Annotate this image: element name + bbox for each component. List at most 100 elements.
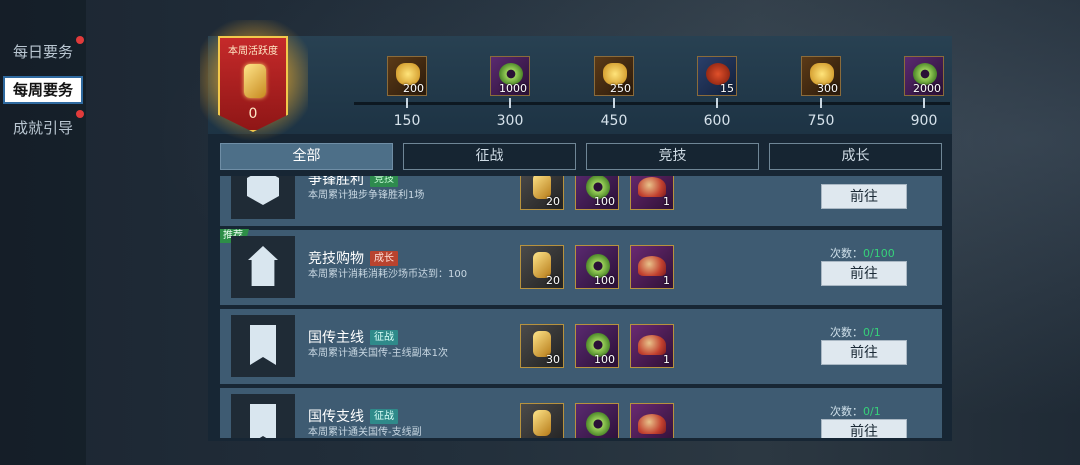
reward-jade[interactable]: 100 bbox=[575, 176, 619, 210]
milestone-reward-150[interactable]: 200 bbox=[387, 56, 427, 96]
task-desc: 本周累计通关国传-支线副 bbox=[308, 427, 422, 438]
milestone-reward-600[interactable]: 15 bbox=[697, 56, 737, 96]
food-plate-icon bbox=[638, 414, 666, 434]
progress-count: 次数：0/1 bbox=[830, 403, 881, 419]
task-name: 国传支线 征战 bbox=[308, 406, 398, 426]
reward-jade[interactable]: 100 bbox=[575, 245, 619, 289]
banner-emblem-icon bbox=[250, 404, 276, 438]
task-row: 推荐 竞技购物成长 本周累计消耗消耗沙场币达到：100 20 100 1 次数：… bbox=[220, 229, 942, 305]
tab-conquest[interactable]: 征战 bbox=[403, 143, 576, 170]
alert-dot-icon bbox=[76, 36, 84, 44]
tab-arena[interactable]: 竞技 bbox=[586, 143, 759, 170]
token-icon bbox=[244, 64, 266, 98]
milestone-threshold: 300 bbox=[496, 113, 524, 129]
milestone-reward-450[interactable]: 250 bbox=[594, 56, 634, 96]
reward-count: 1 bbox=[663, 353, 670, 366]
reward-food[interactable]: 1 bbox=[630, 324, 674, 368]
count-label: 次数： bbox=[830, 247, 863, 260]
task-name: 国传主线 征战 bbox=[308, 327, 398, 347]
reward-food[interactable]: 1 bbox=[630, 245, 674, 289]
reward-count: 20 bbox=[546, 274, 560, 287]
reward-food[interactable] bbox=[630, 403, 674, 438]
badge-value: 0 bbox=[248, 106, 258, 122]
reward-token[interactable]: 20 bbox=[520, 245, 564, 289]
count-value: 0/100 bbox=[863, 247, 895, 260]
task-desc: 本周累计独步争锋胜利1场 bbox=[308, 190, 425, 201]
task-title: 国传主线 bbox=[308, 330, 364, 346]
task-icon bbox=[231, 236, 295, 298]
alert-dot-icon bbox=[76, 110, 84, 118]
milestone-reward-900[interactable]: 2000 bbox=[904, 56, 944, 96]
task-row: 争锋胜利 竞技 本周累计独步争锋胜利1场 20 100 1 前往 bbox=[220, 176, 942, 226]
count-value: 0/1 bbox=[863, 405, 881, 418]
reward-token[interactable]: 30 bbox=[520, 324, 564, 368]
progress-count: 次数：0/100 bbox=[830, 245, 895, 261]
milestone-reward-300[interactable]: 1000 bbox=[490, 56, 530, 96]
milestone-threshold: 900 bbox=[910, 113, 938, 129]
task-title: 争锋胜利 bbox=[308, 176, 364, 188]
milestone-reward-750[interactable]: 300 bbox=[801, 56, 841, 96]
hex-emblem-icon bbox=[247, 176, 279, 205]
progress-track bbox=[354, 102, 950, 105]
jade-coin-icon bbox=[586, 412, 610, 436]
count-label: 次数： bbox=[830, 405, 863, 418]
tab-all[interactable]: 全部 bbox=[220, 143, 393, 170]
task-list[interactable]: 争锋胜利竞技 本周累计独步争锋胜利1场 20 100 1 前往 推荐 竞技购物成… bbox=[220, 176, 942, 438]
task-icon bbox=[231, 315, 295, 377]
count-label: 次数： bbox=[830, 326, 863, 339]
go-button[interactable]: 前往 bbox=[821, 340, 907, 365]
reward-count: 250 bbox=[610, 82, 631, 95]
shop-emblem-icon bbox=[248, 246, 278, 286]
go-button[interactable]: 前往 bbox=[821, 419, 907, 438]
milestone-threshold: 600 bbox=[703, 113, 731, 129]
task-title: 竞技购物 bbox=[308, 251, 364, 267]
task-desc: 本周累计通关国传-主线副本1次 bbox=[308, 348, 448, 359]
reward-count: 15 bbox=[720, 82, 734, 95]
milestone-threshold: 150 bbox=[393, 113, 421, 129]
task-icon bbox=[231, 176, 295, 219]
task-tag: 成长 bbox=[370, 251, 398, 266]
reward-food[interactable]: 1 bbox=[630, 176, 674, 210]
reward-count: 1 bbox=[663, 274, 670, 287]
tick bbox=[923, 98, 925, 108]
task-tag: 征战 bbox=[370, 330, 398, 345]
reward-count: 100 bbox=[594, 353, 615, 366]
reward-count: 30 bbox=[546, 353, 560, 366]
food-plate-icon bbox=[638, 177, 666, 197]
sidebar-item-achievement[interactable]: 成就引导 bbox=[0, 110, 86, 142]
sidebar: 每日要务 每周要务 成就引导 bbox=[0, 0, 86, 465]
progress-count: 次数：0/1 bbox=[830, 324, 881, 340]
sidebar-item-weekly[interactable]: 每周要务 bbox=[3, 76, 83, 104]
reward-count: 100 bbox=[594, 274, 615, 287]
reward-count: 1000 bbox=[499, 82, 527, 95]
reward-jade[interactable] bbox=[575, 403, 619, 438]
go-button[interactable]: 前往 bbox=[821, 261, 907, 286]
tick bbox=[716, 98, 718, 108]
task-name: 竞技购物 成长 bbox=[308, 248, 398, 268]
reward-count: 20 bbox=[546, 195, 560, 208]
sidebar-item-daily[interactable]: 每日要务 bbox=[0, 36, 86, 66]
reward-token[interactable] bbox=[520, 403, 564, 438]
milestone-threshold: 450 bbox=[600, 113, 628, 129]
task-tag: 征战 bbox=[370, 409, 398, 424]
task-row: 国传主线 征战 本周累计通关国传-主线副本1次 30 100 1 次数：0/1 前… bbox=[220, 309, 942, 384]
reward-token[interactable]: 20 bbox=[520, 176, 564, 210]
reward-count: 100 bbox=[594, 195, 615, 208]
reward-count: 300 bbox=[817, 82, 838, 95]
reward-count: 2000 bbox=[913, 82, 941, 95]
go-button[interactable]: 前往 bbox=[821, 184, 907, 209]
count-value: 0/1 bbox=[863, 326, 881, 339]
tab-growth[interactable]: 成长 bbox=[769, 143, 942, 170]
task-icon bbox=[231, 394, 295, 438]
tick bbox=[820, 98, 822, 108]
tick bbox=[613, 98, 615, 108]
tick bbox=[406, 98, 408, 108]
food-plate-icon bbox=[638, 335, 666, 355]
activity-badge: 本周活跃度 0 bbox=[218, 36, 288, 132]
sidebar-item-label: 每日要务 bbox=[12, 43, 73, 61]
reward-jade[interactable]: 100 bbox=[575, 324, 619, 368]
task-title: 国传支线 bbox=[308, 409, 364, 425]
milestone-threshold: 750 bbox=[807, 113, 835, 129]
task-row: 国传支线 征战 本周累计通关国传-支线副 次数：0/1 前往 bbox=[220, 388, 942, 438]
reward-count: 1 bbox=[663, 195, 670, 208]
